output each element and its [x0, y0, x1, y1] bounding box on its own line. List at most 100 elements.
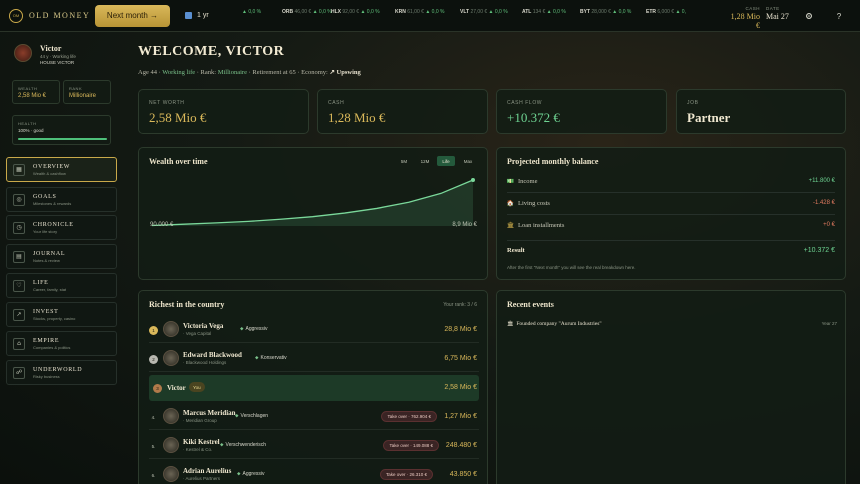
- brand-name: OLD MONEY: [29, 11, 91, 20]
- avatar: [163, 350, 179, 366]
- nav-text: EMPIRE Companies & politics: [33, 338, 70, 350]
- richest-title: Richest in the country: [149, 300, 225, 309]
- nav-title: JOURNAL: [33, 250, 66, 257]
- nav-subtitle: Notes & review: [33, 257, 60, 263]
- logo-icon: OM: [9, 8, 23, 23]
- balance-title: Projected monthly balance: [507, 157, 599, 166]
- ticker-item[interactable]: ETR 6,000 € ▲ 0,: [646, 9, 686, 15]
- nav-item-journal[interactable]: ▤ JOURNAL Notes & review: [6, 244, 117, 269]
- range-max[interactable]: Max: [459, 156, 477, 166]
- divider: [507, 240, 835, 241]
- event-text: Founded company "Aurum Industries": [516, 321, 602, 327]
- ticker-item[interactable]: ▲ 0,0 %: [242, 9, 261, 15]
- nav-title: CHRONICLE: [33, 221, 74, 228]
- balance-value: +11.800 €: [808, 178, 835, 184]
- rank-badge: 5.: [151, 444, 156, 449]
- ticker-price: 134 €: [532, 9, 546, 15]
- nav-item-life[interactable]: ♡ LIFE Career, family, stat: [6, 273, 117, 298]
- ticker-item[interactable]: KRN 61,00 € ▲ 0,0 %: [395, 9, 444, 15]
- wealth-chart: [151, 178, 475, 227]
- nav-subtitle: Career, family, stat: [33, 286, 67, 292]
- nav-item-goals[interactable]: ◎ GOALS Milestones & rewards: [6, 187, 117, 212]
- balance-row: 💵 Income +11.800 €: [507, 175, 835, 187]
- house-icon: 🏠: [506, 199, 515, 207]
- richest-row[interactable]: 4. Marcus Meridian · Meridian Group ⬥ Versch…: [149, 404, 479, 430]
- kpi-value: Partner: [687, 110, 731, 125]
- nav-subtitle: Wealth & cashflow: [33, 170, 66, 176]
- takeover-button[interactable]: Take over · 762.904 €: [381, 411, 437, 422]
- health-label: HEALTH: [18, 121, 37, 126]
- ticker-change: ▲ 0,0 %: [242, 9, 262, 15]
- rank-prefix: · Rank:: [195, 69, 218, 76]
- balance-label: Income: [518, 177, 538, 185]
- age-text: Age 44 ·: [138, 69, 163, 76]
- nav-title: INVEST: [33, 308, 59, 315]
- richest-row[interactable]: 2 Edward Blackwood · Blackwood Holdings ⬥ Ko…: [149, 346, 479, 372]
- retirement-text: · Retirement at 65 · Economy:: [246, 69, 330, 76]
- ticker-item[interactable]: BYT 28,000 € ▲ 0,0 %: [580, 9, 631, 15]
- balance-label: Living costs: [518, 199, 550, 207]
- balance-label: Loan installments: [518, 221, 565, 229]
- speed-selector[interactable]: 1 yr: [185, 12, 209, 19]
- ticker-change: ▲ 0,0 %: [425, 9, 445, 15]
- nav-item-overview[interactable]: ▦ OVERVIEW Wealth & cashflow: [6, 157, 117, 182]
- nav-title: UNDERWORLD: [33, 366, 83, 373]
- balance-card: Projected monthly balance 💵 Income +11.800…: [496, 147, 846, 280]
- rank-value: Millionaire: [69, 93, 97, 99]
- ticker-item[interactable]: HLX 92,00 € ▲ 0,0 %: [331, 9, 380, 15]
- wealth-chart-card: Wealth over time 5M 12M Life Max 90.000 € 8…: [138, 147, 488, 280]
- person-name: Victoria Vega: [183, 322, 224, 330]
- ticker-item[interactable]: ATL 134 € ▲ 0,0 %: [522, 9, 566, 15]
- ticker-price: 6,000 €: [657, 9, 675, 15]
- events-card: Recent events 🏛 Founded company "Aurum I…: [496, 290, 846, 484]
- nav-title: OVERVIEW: [33, 163, 71, 170]
- rank-text: Millionaire: [217, 69, 247, 76]
- richest-row[interactable]: 3 Victor You 2,58 Mio €: [149, 375, 479, 401]
- help-button[interactable]: ?: [831, 8, 847, 24]
- range-5m[interactable]: 5M: [396, 156, 412, 166]
- range-life[interactable]: Life: [437, 156, 455, 166]
- kpi-card-cash: CASH 1,28 Mio €: [317, 89, 488, 134]
- nav-title: GOALS: [33, 193, 57, 200]
- ticker-item[interactable]: VLT 27,00 € ▲ 0,0 %: [460, 9, 508, 15]
- nav-item-invest[interactable]: ↗ INVEST Stocks, property, casino: [6, 302, 117, 327]
- ticker-change: ▲ 0,0 %: [360, 9, 380, 15]
- kpi-card-net-worth: NET WORTH 2,58 Mio €: [138, 89, 309, 134]
- avatar: [163, 466, 179, 482]
- avatar[interactable]: [14, 44, 32, 62]
- nav-item-empire[interactable]: ⌂ EMPIRE Companies & politics: [6, 331, 117, 356]
- richest-row[interactable]: 5. Kiki Kestrel · Kestrel & Co. ⬥ Verschwend…: [149, 433, 479, 459]
- takeover-button[interactable]: Take over · 26.310 €: [379, 469, 433, 480]
- kpi-card-job: JOB Partner: [676, 89, 846, 134]
- life-stage: Working life: [162, 69, 196, 76]
- next-month-button[interactable]: Next month →: [95, 4, 170, 27]
- health-box: HEALTH 100% · good: [12, 115, 111, 145]
- net-worth-value: 248.480 €: [445, 442, 477, 449]
- tag-icon: ⬥: [220, 442, 224, 448]
- nav-subtitle: Risky business: [33, 373, 60, 379]
- event-item[interactable]: 🏛 Founded company "Aurum Industries" Yea…: [507, 321, 837, 327]
- main-content: WELCOME, VICTOR Age 44 · Working life · …: [138, 32, 860, 484]
- richest-row[interactable]: 6. Adrian Aurelius · Aurelius Partners ⬥ Agg…: [149, 462, 479, 484]
- ticker-symbol: BYT: [580, 9, 590, 15]
- rank-badge: 2: [149, 355, 158, 364]
- brand[interactable]: OM OLD MONEY: [9, 8, 95, 23]
- nav-item-chronicle[interactable]: ◷ CHRONICLE Your life story: [6, 215, 117, 240]
- ticker-item[interactable]: ORB 46,00 € ▲ 0,0 %: [282, 9, 332, 15]
- ticker-price: 46,00 €: [294, 9, 312, 15]
- person-name: Marcus Meridian: [183, 409, 236, 417]
- richest-row[interactable]: 1 Victoria Vega · Vega Capital ⬥ Aggressiv 28…: [149, 317, 479, 343]
- health-bar: [18, 138, 107, 140]
- kpi-label: JOB: [687, 100, 699, 106]
- balance-row: 🏠 Living costs -1.428 €: [507, 197, 835, 209]
- nav-title: EMPIRE: [33, 337, 60, 344]
- avatar: [163, 321, 179, 337]
- person-company: · Blackwood Holdings: [183, 360, 227, 365]
- ticker-change: ▲ 0,: [675, 9, 686, 15]
- ticker-symbol: HLX: [331, 9, 341, 15]
- range-12m[interactable]: 12M: [416, 156, 434, 166]
- takeover-button[interactable]: Take over · 149.088 €: [383, 440, 439, 451]
- nav-item-underworld[interactable]: ☍ UNDERWORLD Risky business: [6, 360, 117, 385]
- nav-subtitle: Milestones & rewards: [33, 200, 72, 206]
- settings-button[interactable]: [801, 8, 817, 24]
